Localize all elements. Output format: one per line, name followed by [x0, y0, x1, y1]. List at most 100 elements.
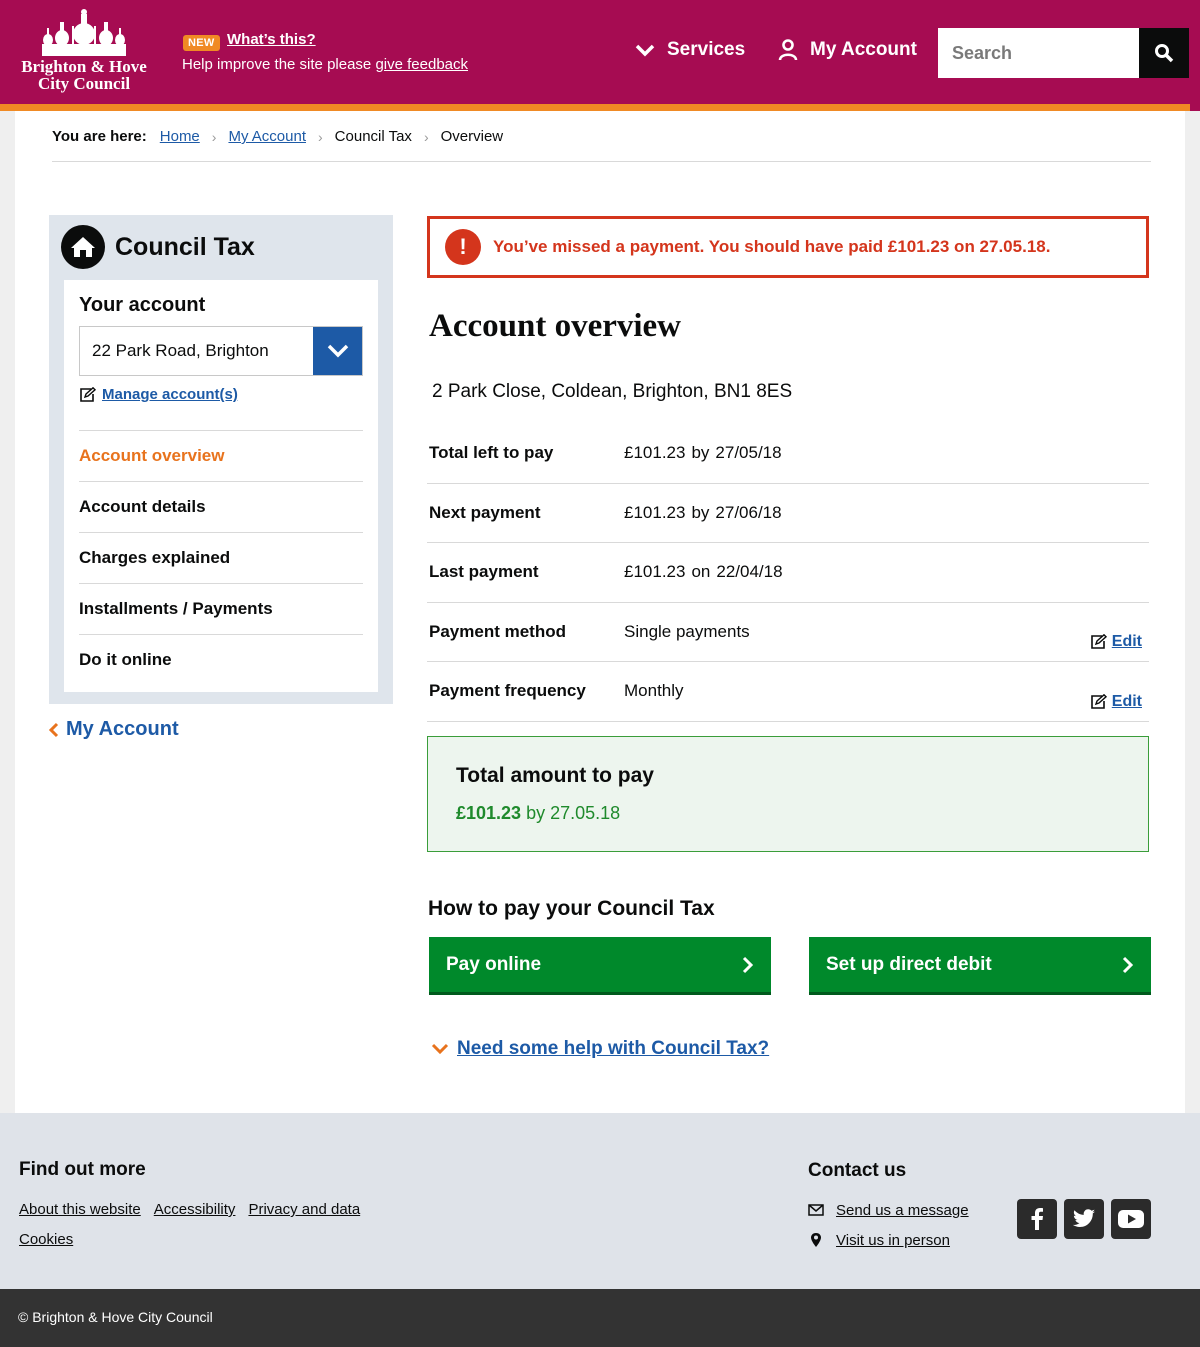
breadcrumb-council-tax: Council Tax: [334, 128, 412, 145]
back-link-label: My Account: [66, 718, 179, 740]
property-address: 2 Park Close, Coldean, Brighton, BN1 8ES: [432, 381, 793, 402]
chevron-right-icon: [742, 956, 754, 973]
direct-debit-button[interactable]: Set up direct debit: [809, 937, 1151, 992]
give-feedback-link[interactable]: give feedback: [375, 56, 468, 73]
warning-icon: !: [445, 229, 481, 265]
help-link-label: Need some help with Council Tax?: [457, 1038, 770, 1059]
my-account-label: My Account: [810, 39, 917, 60]
footer-link-about[interactable]: About this website: [19, 1201, 141, 1218]
chevron-right-icon: ›: [318, 128, 323, 145]
sidebar-item-account-details[interactable]: Account details: [79, 481, 363, 532]
logo-line-1: Brighton & Hove: [21, 57, 147, 76]
site-footer: Find out more About this website Accessib…: [0, 1113, 1200, 1289]
footer-link-accessibility[interactable]: Accessibility: [154, 1201, 236, 1218]
row-label: Last payment: [429, 562, 539, 582]
services-menu-button[interactable]: Services: [635, 39, 745, 61]
facebook-icon[interactable]: [1017, 1199, 1057, 1239]
row-value: £101.23 by 27/06/18: [624, 502, 782, 522]
services-label: Services: [667, 39, 746, 60]
manage-accounts-label: Manage account(s): [102, 386, 238, 403]
find-out-more-heading: Find out more: [19, 1159, 146, 1180]
chevron-down-icon: [327, 344, 348, 358]
contact-links: Send us a message Visit us in person: [808, 1195, 969, 1255]
visit-in-person-link[interactable]: Visit us in person: [836, 1232, 950, 1249]
header-accent-stripe: [0, 104, 1190, 111]
breadcrumb-my-account[interactable]: My Account: [228, 128, 306, 145]
total-amount-value: £101.23 by 27.05.18: [456, 803, 621, 823]
row-label: Payment frequency: [429, 681, 586, 701]
pay-online-label: Pay online: [446, 953, 542, 975]
direct-debit-label: Set up direct debit: [826, 953, 992, 975]
account-select-value: 22 Park Road, Brighton: [92, 341, 269, 360]
account-select-toggle[interactable]: [313, 327, 362, 375]
sidebar-item-account-overview[interactable]: Account overview: [79, 430, 363, 481]
contact-us-heading: Contact us: [808, 1160, 907, 1181]
chevron-right-icon: [1122, 956, 1134, 973]
chevron-down-icon: [431, 1043, 449, 1055]
send-message-link[interactable]: Send us a message: [836, 1202, 969, 1219]
breadcrumb-label: You are here:: [52, 128, 147, 145]
chevron-down-icon: [635, 44, 655, 57]
footer-link-cookies[interactable]: Cookies: [19, 1231, 73, 1248]
sidebar-title: Council Tax: [115, 232, 255, 261]
chevron-left-icon: [49, 722, 59, 737]
breadcrumb-overview: Overview: [440, 128, 504, 145]
envelope-icon: [808, 1204, 824, 1216]
row-value: Single payments: [624, 621, 750, 641]
contact-message-row: Send us a message: [808, 1195, 969, 1225]
back-to-my-account-link[interactable]: My Account: [49, 718, 179, 741]
logo-line-2: City Council: [37, 74, 131, 93]
summary-row-payment-method: Payment method Single payments Edit: [427, 603, 1149, 662]
edit-icon: [80, 386, 96, 402]
manage-accounts-link[interactable]: Manage account(s): [79, 386, 238, 403]
my-account-nav-button[interactable]: My Account: [778, 39, 917, 61]
main-content: You are here: Home › My Account › Counci…: [15, 111, 1185, 1113]
breadcrumb-home[interactable]: Home: [160, 128, 200, 145]
row-value: Monthly: [624, 681, 684, 701]
new-badge: NEW: [183, 35, 220, 51]
council-tax-help-toggle[interactable]: Need some help with Council Tax?: [431, 1038, 769, 1060]
search-button[interactable]: [1139, 28, 1189, 78]
sidebar-item-charges-explained[interactable]: Charges explained: [79, 532, 363, 583]
council-logo[interactable]: Brighton & Hove City Council: [18, 8, 150, 98]
row-label: Next payment: [429, 502, 541, 522]
total-amount-title: Total amount to pay: [456, 764, 654, 787]
breadcrumb: You are here: Home › My Account › Counci…: [52, 128, 503, 145]
feedback-prefix: Help improve the site please: [182, 56, 376, 73]
summary-row-next-payment: Next payment £101.23 by 27/06/18: [427, 484, 1149, 543]
how-to-pay-heading: How to pay your Council Tax: [428, 897, 715, 920]
row-value: £101.23 on 22/04/18: [624, 562, 783, 582]
edit-payment-method-link[interactable]: Edit: [1090, 633, 1142, 651]
pay-online-button[interactable]: Pay online: [429, 937, 771, 992]
edit-payment-frequency-link[interactable]: Edit: [1090, 693, 1142, 711]
sidebar-item-do-it-online[interactable]: Do it online: [79, 634, 363, 685]
twitter-icon[interactable]: [1064, 1199, 1104, 1239]
sidebar-heading: Council Tax: [61, 225, 255, 269]
footer-link-privacy[interactable]: Privacy and data: [248, 1201, 360, 1218]
search-input[interactable]: [938, 28, 1140, 78]
edit-label: Edit: [1111, 633, 1142, 650]
sidebar-item-installments-payments[interactable]: Installments / Payments: [79, 583, 363, 634]
summary-row-payment-frequency: Payment frequency Monthly Edit: [427, 662, 1149, 722]
footer-links: About this website Accessibility Privacy a…: [19, 1195, 419, 1255]
breadcrumb-divider: [52, 161, 1151, 162]
whats-this-link[interactable]: What’s this?: [227, 31, 316, 48]
edit-icon: [1090, 693, 1107, 709]
summary-row-total-left: Total left to pay £101.23 by 27/05/18: [427, 424, 1149, 484]
social-links: [1017, 1199, 1151, 1239]
search-icon: [1155, 44, 1174, 63]
sidebar-card: Your account 22 Park Road, Brighton Mana…: [64, 280, 378, 692]
site-header: Brighton & Hove City Council NEW What’s …: [0, 0, 1200, 111]
council-tax-sidebar: Council Tax Your account 22 Park Road, B…: [49, 215, 393, 704]
total-amount-panel: Total amount to pay £101.23 by 27.05.18: [427, 736, 1149, 852]
youtube-icon[interactable]: [1111, 1199, 1151, 1239]
contact-visit-row: Visit us in person: [808, 1225, 969, 1255]
row-value: £101.23 by 27/05/18: [624, 443, 782, 463]
sidebar-nav: Account overview Account details Charges…: [79, 430, 363, 685]
copyright-text: © Brighton & Hove City Council: [18, 1309, 213, 1325]
account-select[interactable]: 22 Park Road, Brighton: [79, 326, 363, 376]
account-summary-list: Total left to pay £101.23 by 27/05/18 Next…: [427, 424, 1149, 722]
map-pin-icon: [811, 1233, 821, 1247]
row-label: Payment method: [429, 621, 566, 641]
missed-payment-alert: ! You’ve missed a payment. You should ha…: [427, 216, 1149, 278]
